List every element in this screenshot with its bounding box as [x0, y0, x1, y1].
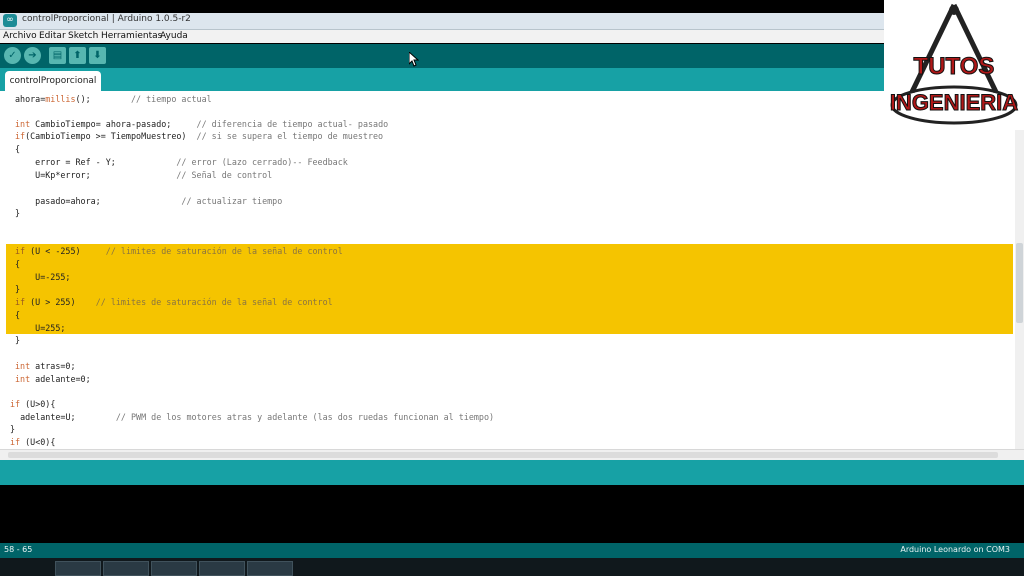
code-line: U=-255;: [15, 272, 71, 282]
window-title: controlProporcional | Arduino 1.0.5-r2: [22, 14, 191, 24]
code-line: }: [15, 284, 21, 294]
upload-button[interactable]: ➔: [24, 47, 41, 64]
console-output: [0, 485, 1024, 542]
code-line: }: [10, 424, 16, 434]
line-number-status: 58 - 65: [4, 545, 33, 554]
arrow-up-icon: ⬆: [73, 50, 82, 61]
menu-archivo[interactable]: Archivo: [3, 30, 37, 43]
code-line: if (U<0){: [10, 437, 56, 447]
arrow-down-icon: ⬇: [93, 50, 102, 61]
code-line: int adelante=0;: [15, 374, 91, 384]
code-line: U=255;: [15, 323, 66, 333]
title-bar: ∞ controlProporcional | Arduino 1.0.5-r2: [0, 13, 1024, 30]
taskbar-item[interactable]: [103, 561, 149, 576]
menu-editar[interactable]: Editar: [39, 30, 66, 43]
taskbar-item[interactable]: [55, 561, 101, 576]
selection-highlight: [6, 244, 1013, 334]
code-line: {: [15, 259, 21, 269]
code-editor[interactable]: ahora=millis(); // tiempo actual int Cam…: [0, 91, 1015, 449]
code-line: if (U>0){: [10, 399, 56, 409]
code-line: pasado=ahora; // actualizar tiempo: [15, 196, 283, 206]
compass-logo-icon: TUTOS INGENIERIA: [889, 3, 1019, 125]
code-line: ahora=millis(); // tiempo actual: [15, 94, 212, 104]
taskbar-item[interactable]: [247, 561, 293, 576]
scroll-thumb[interactable]: [1016, 243, 1023, 323]
board-port-status: Arduino Leonardo on COM3: [900, 545, 1010, 554]
taskbar-item[interactable]: [199, 561, 245, 576]
code-line: error = Ref - Y; // error (Lazo cerrado)…: [15, 157, 348, 167]
status-bar: 58 - 65 Arduino Leonardo on COM3: [0, 543, 1024, 558]
logo-text-bottom: INGENIERIA: [890, 90, 1018, 115]
check-icon: ✓: [8, 50, 17, 61]
toolbar: ✓ ➔ ▤ ⬆ ⬇: [0, 44, 1024, 68]
logo-text-top: TUTOS: [914, 53, 995, 80]
save-button[interactable]: ⬇: [89, 47, 106, 64]
tab-controlproporcional[interactable]: controlProporcional: [5, 71, 101, 91]
os-taskbar: [0, 558, 1024, 576]
code-line: {: [15, 144, 21, 154]
taskbar-item[interactable]: [151, 561, 197, 576]
code-line: {: [15, 310, 21, 320]
menu-sketch[interactable]: Sketch: [68, 30, 98, 43]
code-line: int atras=0;: [15, 361, 76, 371]
verify-button[interactable]: ✓: [4, 47, 21, 64]
code-line: }: [15, 208, 21, 218]
arrow-right-icon: ➔: [28, 50, 37, 61]
menu-bar: Archivo Editar Sketch Herramientas Ayuda: [0, 30, 1024, 43]
new-button[interactable]: ▤: [49, 47, 66, 64]
code-line: if (U < -255) // limites de saturación d…: [15, 246, 343, 256]
mouse-pointer-icon: [409, 52, 419, 67]
tab-bar: controlProporcional: [0, 68, 1024, 91]
arduino-logo-icon: ∞: [3, 14, 17, 27]
scroll-thumb[interactable]: [8, 452, 998, 458]
code-line: int CambioTiempo= ahora-pasado; // difer…: [15, 119, 389, 129]
vertical-scrollbar[interactable]: [1015, 91, 1024, 449]
menu-herramientas[interactable]: Herramientas: [101, 30, 162, 43]
message-area: [0, 460, 1024, 485]
open-button[interactable]: ⬆: [69, 47, 86, 64]
menu-ayuda[interactable]: Ayuda: [160, 30, 188, 43]
code-line: if(CambioTiempo >= TiempoMuestreo) // si…: [15, 131, 384, 141]
tutos-ingenieria-logo: TUTOS INGENIERIA: [884, 0, 1024, 130]
code-line: U=Kp*error; // Señal de control: [15, 170, 273, 180]
code-line: if (U > 255) // limites de saturación de…: [15, 297, 333, 307]
new-file-icon: ▤: [52, 50, 63, 61]
code-line: adelante=U; // PWM de los motores atras …: [10, 412, 495, 422]
code-line: }: [15, 335, 21, 345]
